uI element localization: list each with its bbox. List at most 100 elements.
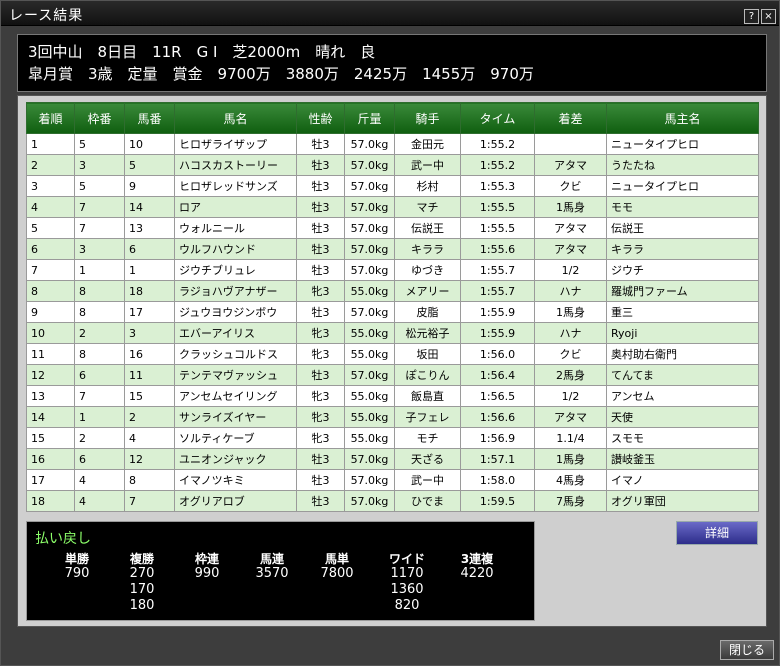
table-cell: 2 [124,406,175,428]
col-header: 斤量 [344,102,395,134]
table-cell: 7 [74,196,125,218]
table-cell: 牝3 [296,427,345,449]
table-cell: 奥村助右衛門 [606,343,759,365]
table-cell: 杉村 [394,175,461,197]
table-cell: 飯島直 [394,385,461,407]
table-cell: 牡3 [296,196,345,218]
table-cell: 5 [74,133,125,155]
table-cell: 讃岐釜玉 [606,448,759,470]
table-row[interactable]: 4 7 14 ロア 牡3 57.0kg マチ 1:55.5 1馬身 モモ [26,196,759,218]
table-cell: ジウチブリュレ [174,259,297,281]
table-cell: 14 [26,406,75,428]
payout-column: 馬単 7800 [307,550,367,582]
table-cell: 1馬身 [534,196,607,218]
payout-label: 馬連 [259,552,284,566]
table-cell: キララ [394,238,461,260]
table-cell [534,133,607,155]
table-cell: 牡3 [296,448,345,470]
table-row[interactable]: 7 1 1 ジウチブリュレ 牡3 57.0kg ゆづき 1:55.7 1/2 ジウチ [26,259,759,281]
table-cell: 2 [74,427,125,449]
table-cell: 牝3 [296,322,345,344]
table-cell: ジウチ [606,259,759,281]
table-row[interactable]: 9 8 17 ジュウヨウジンボウ 牡3 57.0kg 皮脂 1:55.9 1馬身 重三 [26,301,759,323]
table-cell: 1:55.2 [460,133,535,155]
table-row[interactable]: 12 6 11 テンテマヴァッシュ 牡3 57.0kg ぽこりん 1:56.4 2馬身 てんてま [26,364,759,386]
table-cell: 8 [74,343,125,365]
table-cell: 天ざる [394,448,461,470]
table-cell: 牝3 [296,406,345,428]
payout-column: 馬連 3570 [242,550,302,582]
table-cell: 14 [124,196,175,218]
table-cell: 57.0kg [344,448,395,470]
table-row[interactable]: 13 7 15 アンセムセイリング 牝3 55.0kg 飯島直 1:56.5 1/2 アンセム [26,385,759,407]
table-cell: モチ [394,427,461,449]
table-cell: 57.0kg [344,364,395,386]
table-row[interactable]: 18 4 7 オグリアロブ 牡3 57.0kg ひでま 1:59.5 7馬身 オグリ軍団 [26,490,759,512]
table-cell: オグリアロブ [174,490,297,512]
payout-label: 枠連 [194,552,219,566]
payout-value: 3570 [255,566,289,581]
table-cell: 4 [124,427,175,449]
table-row[interactable]: 17 4 8 イマノツキミ 牡3 57.0kg 武ー中 1:58.0 4馬身 イマノ [26,469,759,491]
table-row[interactable]: 10 2 3 エバーアイリス 牝3 55.0kg 松元裕子 1:55.9 ハナ Ryoji [26,322,759,344]
table-cell: アタマ [534,217,607,239]
table-cell: 8 [74,301,125,323]
col-header: 性齢 [296,102,345,134]
table-cell: 3 [26,175,75,197]
table-cell: 13 [124,217,175,239]
table-cell: イマノツキミ [174,469,297,491]
table-row[interactable]: 5 7 13 ウォルニール 牡3 57.0kg 伝説王 1:55.5 アタマ 伝説王 [26,217,759,239]
payout-column: 単勝 790 [47,550,107,582]
table-cell: 牡3 [296,133,345,155]
payout-label: 3連複 [460,552,494,566]
table-cell: 57.0kg [344,196,395,218]
table-cell: 57.0kg [344,490,395,512]
table-cell: 牡3 [296,469,345,491]
window-close-button[interactable]: × [761,9,776,24]
table-cell: 羅城門ファーム [606,280,759,302]
payout-label: ワイド [388,552,425,566]
table-cell: キララ [606,238,759,260]
payout-value: 1170 [390,566,424,581]
help-button[interactable]: ? [744,9,759,24]
payout-value: 790 [64,566,90,581]
table-cell: 1:56.6 [460,406,535,428]
table-cell: 7 [74,217,125,239]
table-cell: 13 [26,385,75,407]
table-row[interactable]: 14 1 2 サンライズイヤー 牝3 55.0kg 子フェレ 1:56.6 アタマ 天使 [26,406,759,428]
table-row[interactable]: 1 5 10 ヒロザライザップ 牡3 57.0kg 金田元 1:55.2 ニュータイプヒロ [26,133,759,155]
table-cell: 金田元 [394,133,461,155]
table-cell: ひでま [394,490,461,512]
table-cell: 1:55.5 [460,217,535,239]
results-table: 着順 枠番 馬番 馬名 性齢 斤量 騎手 タイム 着差 馬主名 1 5 10 ヒロザライザップ 牡3 57.… [26,102,759,512]
table-cell: ラジョハヴアナザー [174,280,297,302]
table-row[interactable]: 16 6 12 ユニオンジャック 牡3 57.0kg 天ざる 1:57.1 1馬身 讃岐釜玉 [26,448,759,470]
race-conditions: 3回中山 8日目 11R G I 芝2000m 晴れ 良 [28,43,376,61]
table-row[interactable]: 3 5 9 ヒロザレッドサンズ 牡3 57.0kg 杉村 1:55.3 クビ ニュータイプヒロ [26,175,759,197]
table-row[interactable]: 11 8 16 クラッシュコルドス 牝3 55.0kg 坂田 1:56.0 クビ 奥村助右衛門 [26,343,759,365]
table-cell: 牡3 [296,259,345,281]
table-cell: ウルフハウンド [174,238,297,260]
table-cell: 1:55.2 [460,154,535,176]
table-row[interactable]: 2 3 5 ハコスカストーリー 牡3 57.0kg 武ー中 1:55.2 アタマ うたたね [26,154,759,176]
payout-column: 3連複 4220 [447,550,507,582]
table-row[interactable]: 15 2 4 ソルティケーブ 牝3 55.0kg モチ 1:56.9 1.1/4 スモモ [26,427,759,449]
close-button[interactable]: 閉じる [720,640,774,660]
table-cell: ハナ [534,280,607,302]
payout-value: 4220 [460,566,494,581]
table-row[interactable]: 6 3 6 ウルフハウンド 牡3 57.0kg キララ 1:55.6 アタマ キララ [26,238,759,260]
detail-button[interactable]: 詳細 [676,521,758,545]
table-cell: 2馬身 [534,364,607,386]
table-cell: 7 [124,490,175,512]
payout-title: 払い戻し [35,531,91,547]
results-panel: 着順 枠番 馬番 馬名 性齢 斤量 騎手 タイム 着差 馬主名 1 5 10 ヒロザライザップ 牡3 57.… [17,95,767,627]
table-row[interactable]: 8 8 18 ラジョハヴアナザー 牝3 55.0kg メアリー 1:55.7 ハナ 羅城門ファーム [26,280,759,302]
table-cell: 牡3 [296,301,345,323]
table-cell: 2 [26,154,75,176]
table-cell: 1:57.1 [460,448,535,470]
table-cell: 1:55.9 [460,322,535,344]
table-cell: 1 [74,406,125,428]
payout-value: 990 [194,566,220,581]
table-cell: クビ [534,175,607,197]
table-cell: 18 [26,490,75,512]
